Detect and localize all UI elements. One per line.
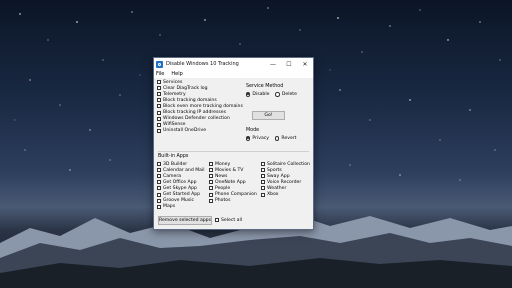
option-defender-collection[interactable]: Windows Defender collection: [157, 116, 243, 122]
apps-column-2: Money Movies & TV News OneNote App Peopl…: [209, 161, 257, 204]
app-get-started[interactable]: Get Started App: [157, 191, 205, 197]
option-uninstall-onedrive[interactable]: Uninstall OneDrive: [157, 128, 243, 134]
app-icon: [156, 60, 163, 68]
mode-options: Privacy Revert: [246, 136, 296, 141]
service-method-options: Disable Delete: [246, 92, 297, 97]
radio-delete[interactable]: [275, 92, 280, 97]
app-calendar-mail[interactable]: Calendar and Mail: [157, 167, 205, 173]
option-block-more-tracking-domains[interactable]: Block even more tracking domains: [157, 103, 243, 109]
radio-disable[interactable]: [246, 92, 251, 97]
maximize-button[interactable]: ☐: [281, 58, 297, 70]
menu-help[interactable]: Help: [171, 71, 182, 77]
select-all-checkbox[interactable]: Select all: [215, 217, 242, 223]
radio-privacy[interactable]: [246, 136, 251, 141]
app-photos[interactable]: Photos: [209, 198, 257, 204]
app-solitaire[interactable]: Solitaire Collection: [261, 161, 310, 167]
apps-column-1: 3D Builder Calendar and Mail Camera Get …: [157, 161, 205, 210]
menu-file[interactable]: File: [156, 71, 164, 77]
menu-bar: File Help: [154, 70, 313, 78]
apps-column-3: Solitaire Collection Sports Sway App Voi…: [261, 161, 310, 198]
app-xbox[interactable]: Xbox: [261, 191, 310, 197]
options-list: Services Clear DiagTrack log Telemetry B…: [157, 79, 243, 134]
title-bar: Disable Windows 10 Tracking — ☐ ✕: [154, 58, 313, 70]
app-maps[interactable]: Maps: [157, 204, 205, 210]
close-button[interactable]: ✕: [297, 58, 313, 70]
radio-revert[interactable]: [275, 136, 280, 141]
go-button[interactable]: Go!: [252, 111, 285, 120]
minimize-button[interactable]: —: [265, 58, 281, 70]
service-method-label: Service Method: [246, 84, 284, 89]
separator: [158, 151, 309, 152]
app-phone-companion[interactable]: Phone Companion: [209, 191, 257, 197]
disable-windows-10-tracking-window: Disable Windows 10 Tracking — ☐ ✕ File H…: [153, 57, 314, 230]
window-title: Disable Windows 10 Tracking: [166, 61, 239, 67]
remove-selected-apps-button[interactable]: Remove selected apps: [158, 216, 212, 225]
mode-label: Mode: [246, 128, 260, 133]
builtin-apps-label: Built-in Apps: [158, 154, 189, 159]
window-body: Services Clear DiagTrack log Telemetry B…: [154, 78, 313, 231]
